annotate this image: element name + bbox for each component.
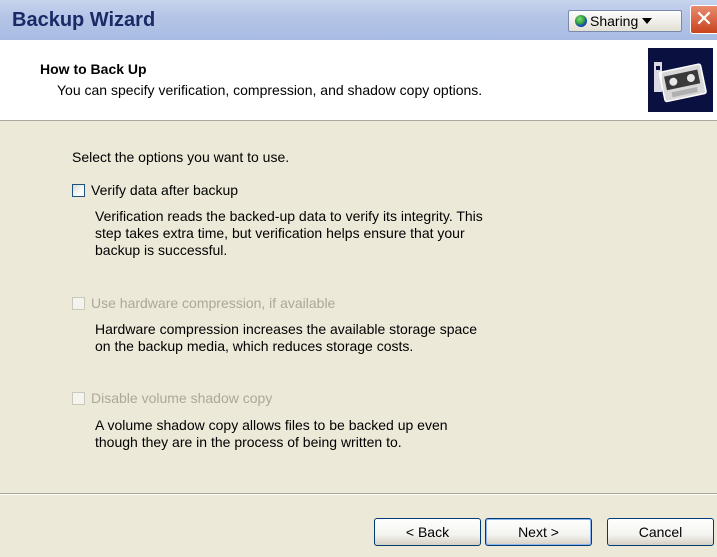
page-title: How to Back Up [40, 61, 147, 77]
cancel-button[interactable]: Cancel [607, 518, 714, 546]
wizard-body: Select the options you want to use. Veri… [0, 121, 717, 493]
disable-shadow-copy-description: A volume shadow copy allows files to be … [95, 417, 448, 450]
globe-icon [575, 15, 587, 27]
hardware-compression-label[interactable]: Use hardware compression, if available [91, 295, 335, 311]
backup-tape-icon [648, 48, 713, 112]
page-subtitle: You can specify verification, compressio… [57, 82, 483, 98]
verify-data-label[interactable]: Verify data after backup [91, 182, 238, 198]
sharing-label: Sharing [590, 13, 639, 29]
disable-shadow-copy-label[interactable]: Disable volume shadow copy [91, 390, 272, 406]
footer-divider [0, 493, 717, 495]
close-icon: ✕ [694, 6, 714, 31]
disable-shadow-copy-option[interactable]: Disable volume shadow copy [72, 390, 272, 406]
title-bar[interactable]: Backup Wizard Sharing ✕ [0, 0, 717, 40]
hardware-compression-description: Hardware compression increases the avail… [95, 321, 478, 354]
verify-data-checkbox[interactable] [72, 183, 85, 197]
back-button[interactable]: < Back [374, 518, 481, 546]
window-title: Backup Wizard [12, 9, 156, 31]
close-button[interactable]: ✕ [690, 5, 717, 34]
next-button[interactable]: Next > [485, 518, 592, 546]
chevron-down-icon [642, 18, 653, 24]
verify-data-option[interactable]: Verify data after backup [72, 182, 238, 198]
disable-shadow-copy-checkbox[interactable] [72, 391, 85, 405]
verify-data-description: Verification reads the backed-up data to… [95, 208, 483, 258]
options-prompt: Select the options you want to use. [72, 149, 290, 165]
wizard-header: How to Back Up You can specify verificat… [0, 40, 717, 121]
sharing-dropdown-button[interactable]: Sharing [568, 10, 682, 32]
hardware-compression-checkbox[interactable] [72, 296, 85, 310]
hardware-compression-option[interactable]: Use hardware compression, if available [72, 295, 335, 311]
